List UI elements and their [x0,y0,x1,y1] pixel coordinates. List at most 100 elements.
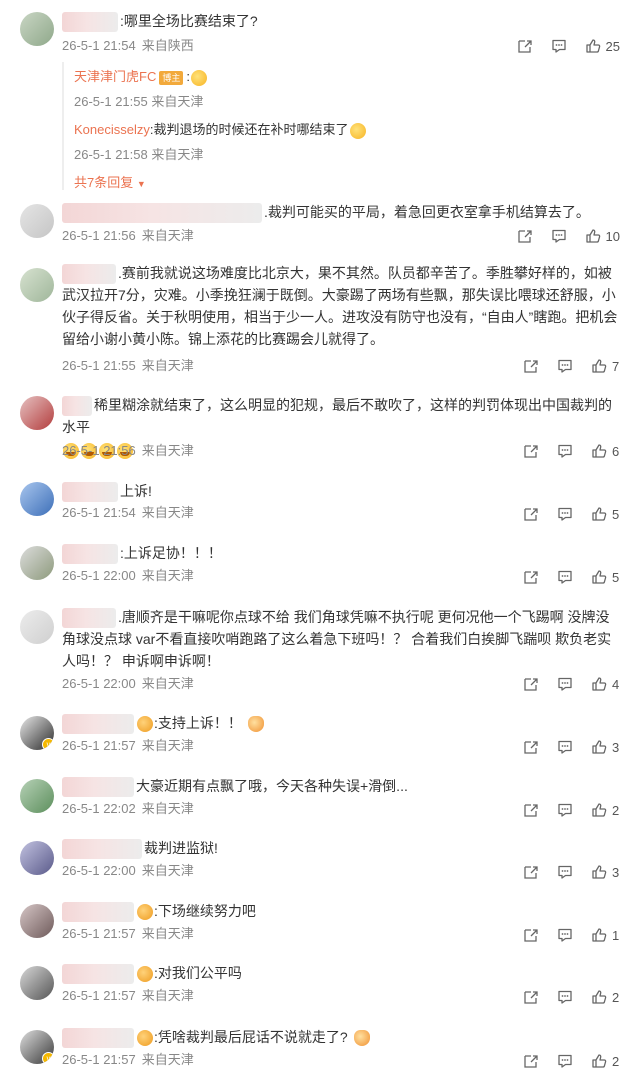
avatar[interactable] [20,268,54,302]
share-button[interactable] [523,676,539,692]
comment-body: :下场继续努力吧 [154,903,256,919]
comment-button[interactable] [557,802,573,818]
comment-button[interactable] [551,228,567,244]
like-count: 3 [612,739,620,755]
share-button[interactable] [523,739,539,755]
reply-username[interactable]: Konecisselzy [74,122,150,137]
like-icon [591,506,607,522]
like-button[interactable]: 6 [591,443,620,459]
like-button[interactable]: 10 [585,228,620,244]
comment-icon [557,569,573,585]
comment-text: .赛前我就说这场难度比北京大，果不其然。队员都辛苦了。季胜攀好样的，如被武汉拉开… [62,262,618,350]
comment-actions: 3 [505,862,620,882]
share-icon [523,1053,539,1069]
comment-button[interactable] [557,506,573,522]
blurred-username[interactable] [62,396,92,417]
like-count: 5 [612,506,620,522]
share-button[interactable] [523,443,539,459]
avatar[interactable]: v [20,1030,54,1064]
comment-text: :上诉足协！！！ [62,542,618,565]
more-replies-link[interactable]: 共7条回复 ▼ [74,172,146,191]
comment-text: 裁判进监狱! [62,837,618,860]
comment-date: 26-5-1 21:56 [62,443,136,458]
comment-actions: 25 [499,36,620,56]
share-button[interactable] [517,38,533,54]
avatar[interactable] [20,904,54,938]
comment-button[interactable] [557,989,573,1005]
like-button[interactable]: 7 [591,358,620,374]
comment-actions: 2 [505,800,620,820]
comment-date: 26-5-1 21:57 [62,926,136,941]
share-icon [523,989,539,1005]
share-button[interactable] [523,802,539,818]
share-button[interactable] [523,506,539,522]
share-button[interactable] [523,927,539,943]
avatar[interactable]: v [20,716,54,750]
comment-text: .裁判可能买的平局，着急回更衣室拿手机结算去了。 [62,201,618,224]
blurred-username[interactable] [62,839,142,860]
blurred-username[interactable] [62,1028,134,1049]
comment-button[interactable] [557,443,573,459]
blurred-username[interactable] [62,544,118,565]
blurred-username[interactable] [62,482,118,503]
blurred-username[interactable] [62,608,116,629]
comment-meta: 26-5-1 22:00 来自天津 [62,675,194,693]
like-button[interactable]: 25 [585,38,620,54]
blurred-username[interactable] [62,203,262,224]
share-button[interactable] [523,569,539,585]
like-button[interactable]: 1 [591,927,620,943]
blurred-username[interactable] [62,777,134,798]
comment-text: .唐顺齐是干嘛呢你点球不给 我们角球凭嘛不执行呢 更何况他一个飞踢啊 没牌没角球… [62,606,618,672]
like-button[interactable]: 5 [591,569,620,585]
avatar[interactable] [20,396,54,430]
like-button[interactable]: 2 [591,802,620,818]
comment-button[interactable] [551,38,567,54]
avatar[interactable] [20,546,54,580]
avatar[interactable] [20,610,54,644]
comment-body: :凭啥裁判最后屁话不说就走了? [154,1029,348,1045]
comment-meta: 26-5-1 21:57 来自天津 [62,925,194,943]
comment-button[interactable] [557,864,573,880]
comment-date: 26-5-1 21:56 [62,228,136,243]
avatar[interactable] [20,779,54,813]
comment-button[interactable] [557,569,573,585]
avatar[interactable] [20,204,54,238]
share-button[interactable] [517,228,533,244]
share-button[interactable] [523,1053,539,1069]
blurred-username[interactable] [62,714,134,735]
comment-actions: 1 [505,925,620,945]
share-button[interactable] [523,864,539,880]
comment-date: 26-5-1 21:54 [62,505,136,520]
share-button[interactable] [523,989,539,1005]
avatar[interactable] [20,482,54,516]
avatar[interactable] [20,841,54,875]
comment-actions: 7 [505,356,620,376]
like-button[interactable]: 2 [591,1053,620,1069]
like-button[interactable]: 5 [591,506,620,522]
like-button[interactable]: 3 [591,864,620,880]
comment-button[interactable] [557,358,573,374]
comment-button[interactable] [557,739,573,755]
reply-text: :裁判退场的时候还在补时哪结束了 [149,122,349,137]
like-button[interactable]: 3 [591,739,620,755]
blurred-username[interactable] [62,264,116,285]
comment-button[interactable] [557,927,573,943]
comment-button[interactable] [557,676,573,692]
comment-date: 26-5-1 21:55 [62,358,136,373]
blurred-username[interactable] [62,12,118,33]
like-button[interactable]: 4 [591,676,620,692]
blurred-username[interactable] [62,902,134,923]
like-icon [591,676,607,692]
comment-button[interactable] [557,1053,573,1069]
like-count: 1 [612,927,620,943]
comment-body: 稀里糊涂就结束了，这么明显的犯规，最后不敢吹了，这样的判罚体现出中国裁判的水平 [62,397,612,436]
comment-text: :下场继续努力吧 [62,900,618,923]
reply-username[interactable]: 天津津门虎FC [74,69,156,84]
blurred-username[interactable] [62,964,134,985]
avatar[interactable] [20,966,54,1000]
avatar[interactable] [20,12,54,46]
share-button[interactable] [523,358,539,374]
comment-location: 来自天津 [141,358,194,373]
like-button[interactable]: 2 [591,989,620,1005]
comment-date: 26-5-1 21:57 [62,738,136,753]
